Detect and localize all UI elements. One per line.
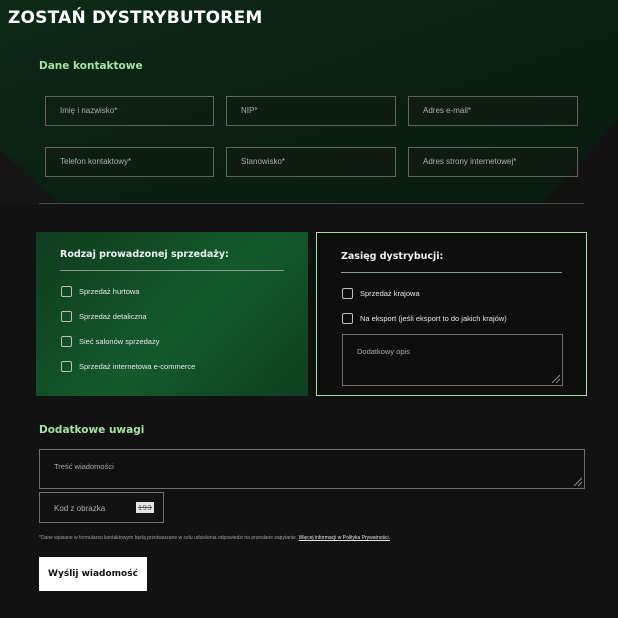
sales-option-retail[interactable]: Sprzedaż detaliczna bbox=[61, 310, 147, 322]
position-field[interactable]: Stanowisko* bbox=[226, 147, 396, 177]
checkbox[interactable] bbox=[342, 312, 353, 324]
captcha-image: 193 bbox=[136, 502, 154, 513]
option-label: Na eksport (jeśli eksport to do jakich k… bbox=[360, 313, 507, 323]
sales-type-title: Rodzaj prowadzonej sprzedaży: bbox=[60, 249, 229, 260]
privacy-disclaimer: *Dane wpisane w formularzu kontaktowym b… bbox=[39, 535, 599, 541]
message-placeholder: Treść wiadomości bbox=[54, 462, 114, 471]
submit-button[interactable]: Wyślij wiadomość bbox=[39, 557, 147, 591]
nip-field[interactable]: NIP* bbox=[226, 96, 396, 126]
sales-option-wholesale[interactable]: Sprzedaż hurtowa bbox=[61, 285, 139, 297]
captcha-field[interactable]: Kod z obrazka 193 bbox=[39, 492, 164, 523]
disclaimer-text: *Dane wpisane w formularzu kontaktowym b… bbox=[39, 535, 298, 541]
sales-option-ecommerce[interactable]: Sprzedaż internetowa e-commerce bbox=[61, 360, 195, 372]
checkbox[interactable] bbox=[61, 285, 72, 297]
phone-field[interactable]: Telefon kontaktowy* bbox=[45, 147, 214, 177]
checkbox[interactable] bbox=[342, 287, 353, 299]
sales-type-divider bbox=[60, 270, 284, 271]
sales-option-showrooms[interactable]: Sieć salonów sprzedaży bbox=[61, 335, 159, 347]
resize-grip-icon[interactable] bbox=[572, 476, 582, 486]
sales-type-panel: Rodzaj prowadzonej sprzedaży: Sprzedaż h… bbox=[36, 232, 308, 396]
extra-description-placeholder: Dodatkowy opis bbox=[357, 347, 410, 356]
name-field[interactable]: Imię i nazwisko* bbox=[45, 96, 214, 126]
distribution-divider bbox=[341, 272, 562, 273]
website-field[interactable]: Adres strony internetowej* bbox=[408, 147, 578, 177]
option-label: Sieć salonów sprzedaży bbox=[79, 336, 160, 346]
distribution-title: Zasięg dystrybucji: bbox=[341, 251, 444, 262]
distribution-panel: Zasięg dystrybucji: Sprzedaż krajowa Na … bbox=[316, 232, 587, 396]
extra-description-textarea[interactable]: Dodatkowy opis bbox=[342, 334, 563, 386]
checkbox[interactable] bbox=[61, 335, 72, 347]
remarks-heading: Dodatkowe uwagi bbox=[39, 424, 145, 436]
checkbox[interactable] bbox=[61, 310, 72, 322]
distribution-option-export[interactable]: Na eksport (jeśli eksport to do jakich k… bbox=[342, 312, 507, 324]
section-divider bbox=[39, 203, 584, 204]
message-textarea[interactable]: Treść wiadomości bbox=[39, 449, 585, 489]
option-label: Sprzedaż internetowa e-commerce bbox=[79, 361, 196, 371]
option-label: Sprzedaż detaliczna bbox=[79, 311, 147, 321]
captcha-label: Kod z obrazka bbox=[54, 504, 106, 513]
option-label: Sprzedaż krajowa bbox=[360, 288, 420, 298]
contact-heading: Dane kontaktowe bbox=[39, 60, 143, 72]
email-field[interactable]: Adres e-mail* bbox=[408, 96, 578, 126]
privacy-policy-link[interactable]: Więcej informacji w Polityka Prywatności… bbox=[299, 535, 390, 541]
checkbox[interactable] bbox=[61, 360, 72, 372]
page-title: ZOSTAŃ DYSTRYBUTOREM bbox=[8, 8, 263, 28]
option-label: Sprzedaż hurtowa bbox=[79, 286, 140, 296]
distribution-option-domestic[interactable]: Sprzedaż krajowa bbox=[342, 287, 420, 299]
resize-grip-icon[interactable] bbox=[550, 373, 560, 383]
